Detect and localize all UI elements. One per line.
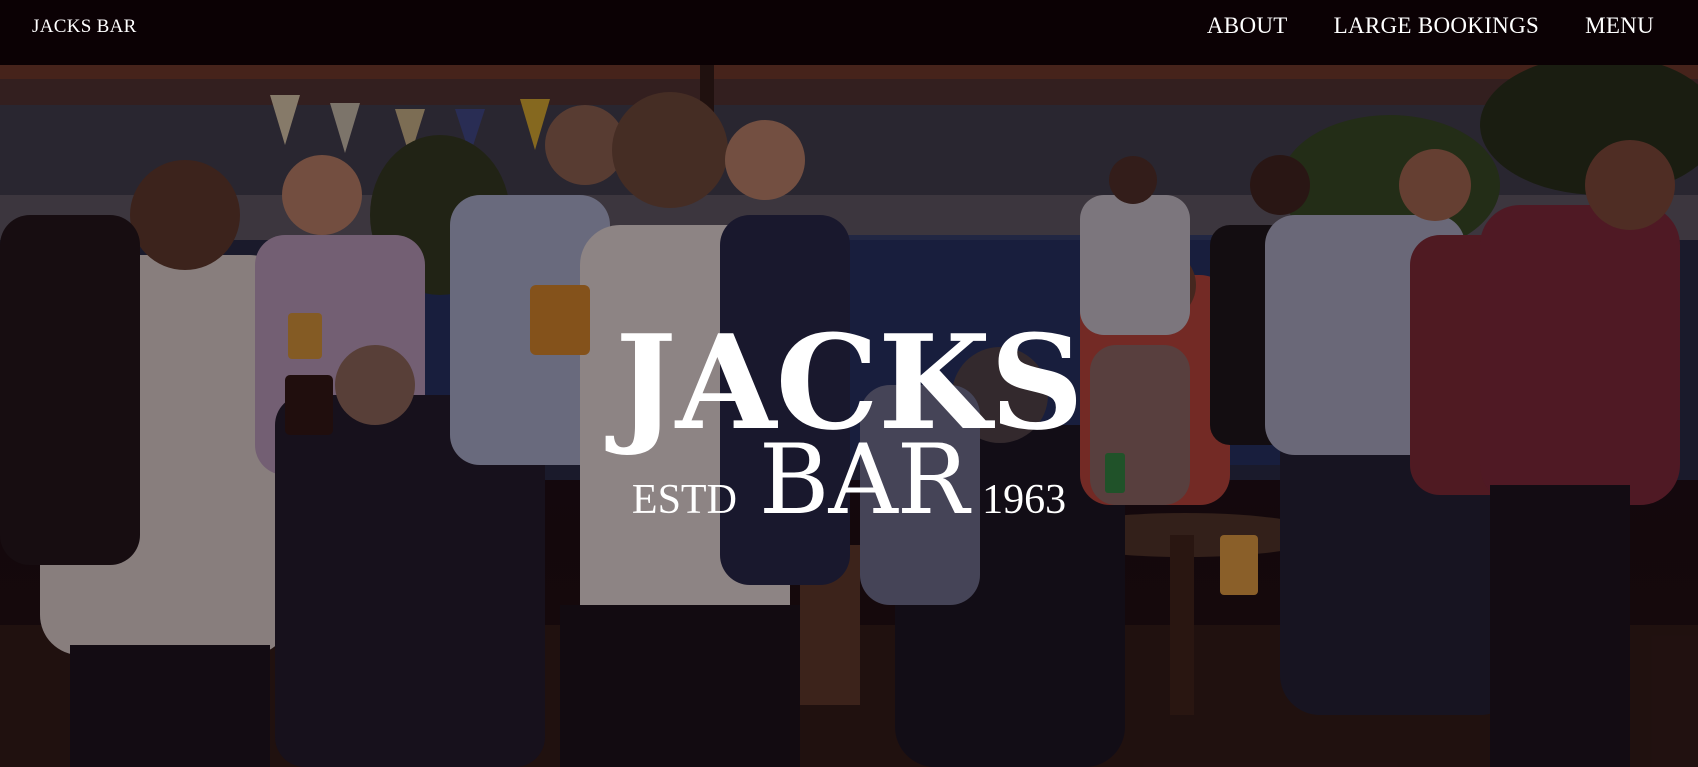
nav-link-large-bookings[interactable]: LARGE BOOKINGS (1334, 13, 1539, 39)
page: JACKS BAR ABOUT LARGE BOOKINGS MENU JACK… (0, 0, 1698, 767)
top-navbar: JACKS BAR ABOUT LARGE BOOKINGS MENU (0, 0, 1698, 65)
main-nav: ABOUT LARGE BOOKINGS MENU (1207, 13, 1654, 39)
established-year: 1963 (982, 477, 1067, 523)
nav-link-menu[interactable]: MENU (1585, 13, 1654, 39)
brand-logo-link[interactable]: JACKS BAR (32, 16, 137, 38)
hero-subtitle-row: ESTD BAR 1963 (0, 432, 1698, 528)
established-label: ESTD (631, 477, 737, 523)
nav-link-about[interactable]: ABOUT (1207, 13, 1288, 39)
hero-title-bar: BAR (758, 424, 969, 536)
